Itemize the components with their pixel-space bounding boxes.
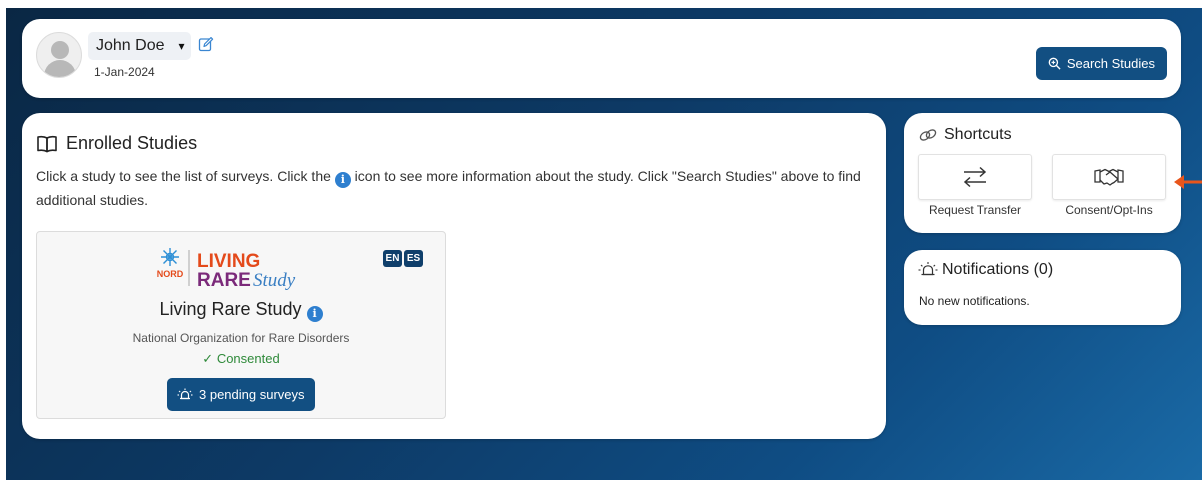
enrolled-description: Click a study to see the list of surveys…: [36, 164, 866, 212]
study-card-living-rare[interactable]: NORD LIVING RARE Study EN ES Living Rare…: [36, 231, 446, 419]
notifications-empty-text: No new notifications.: [919, 294, 1030, 308]
study-organization: National Organization for Rare Disorders: [132, 331, 350, 345]
description-text-1: Click a study to see the list of surveys…: [36, 168, 331, 184]
study-name: Living Rare Study: [159, 299, 302, 319]
logo-study-text: Study: [253, 270, 296, 291]
enrolled-studies-heading: Enrolled Studies: [36, 133, 197, 154]
language-badge-es[interactable]: ES: [404, 250, 423, 267]
enrolled-studies-title: Enrolled Studies: [66, 133, 198, 153]
consent-opt-ins-label[interactable]: Consent/Opt-Ins: [1044, 203, 1174, 217]
shortcuts-title: Shortcuts: [944, 126, 1012, 143]
study-status: ✓ Consented: [37, 351, 445, 367]
user-selector[interactable]: John Doe ▾: [88, 32, 191, 60]
search-studies-label: Search Studies: [1066, 56, 1155, 71]
edit-icon[interactable]: [198, 36, 214, 52]
link-icon: [919, 129, 937, 141]
logo-living-text: LIVING: [197, 251, 260, 272]
search-studies-button[interactable]: Search Studies: [1035, 47, 1167, 80]
logo-nord-text: NORD: [157, 269, 184, 279]
logo-rare-text: RARE: [197, 270, 251, 291]
notifications-heading: Notifications (0): [918, 261, 1053, 279]
language-badge-en[interactable]: EN: [383, 250, 402, 267]
date-label: 1-Jan-2024: [94, 65, 155, 79]
user-header-card: John Doe ▾ 1-Jan-2024 Search Studies: [22, 19, 1181, 98]
open-book-icon: [37, 135, 57, 152]
study-name-row: Living Rare Study i: [37, 299, 445, 322]
study-info-icon[interactable]: i: [306, 306, 323, 322]
request-transfer-shortcut[interactable]: [918, 154, 1032, 200]
pending-surveys-button[interactable]: 3 pending surveys: [167, 378, 315, 411]
chevron-down-icon: ▾: [178, 39, 185, 53]
request-transfer-label[interactable]: Request Transfer: [910, 203, 1040, 217]
enrolled-studies-card: Enrolled Studies Click a study to see th…: [22, 113, 886, 439]
check-icon: ✓: [202, 351, 214, 366]
transfer-arrows-icon: [963, 166, 987, 188]
consent-opt-ins-shortcut[interactable]: [1052, 154, 1166, 200]
handshake-icon: [1094, 168, 1124, 186]
bell-ring-icon: [918, 262, 938, 276]
avatar[interactable]: [36, 32, 82, 78]
shortcuts-heading: Shortcuts: [918, 126, 1012, 144]
zoom-search-icon: [1048, 57, 1061, 70]
user-name: John Doe: [96, 37, 165, 54]
notifications-card: Notifications (0) No new notifications.: [904, 250, 1181, 325]
language-badges: EN ES: [383, 250, 423, 267]
living-rare-study-logo: NORD LIVING RARE Study: [157, 248, 296, 291]
shortcuts-card: Shortcuts Request Transfer Consent/Opt-I…: [904, 113, 1181, 233]
pointer-arrow-icon: [1174, 175, 1202, 189]
info-icon: i: [334, 172, 351, 188]
bell-ring-icon: [177, 388, 193, 399]
notifications-title: Notifications (0): [942, 261, 1054, 278]
status-label: Consented: [216, 351, 280, 366]
pending-surveys-label: 3 pending surveys: [199, 387, 305, 402]
